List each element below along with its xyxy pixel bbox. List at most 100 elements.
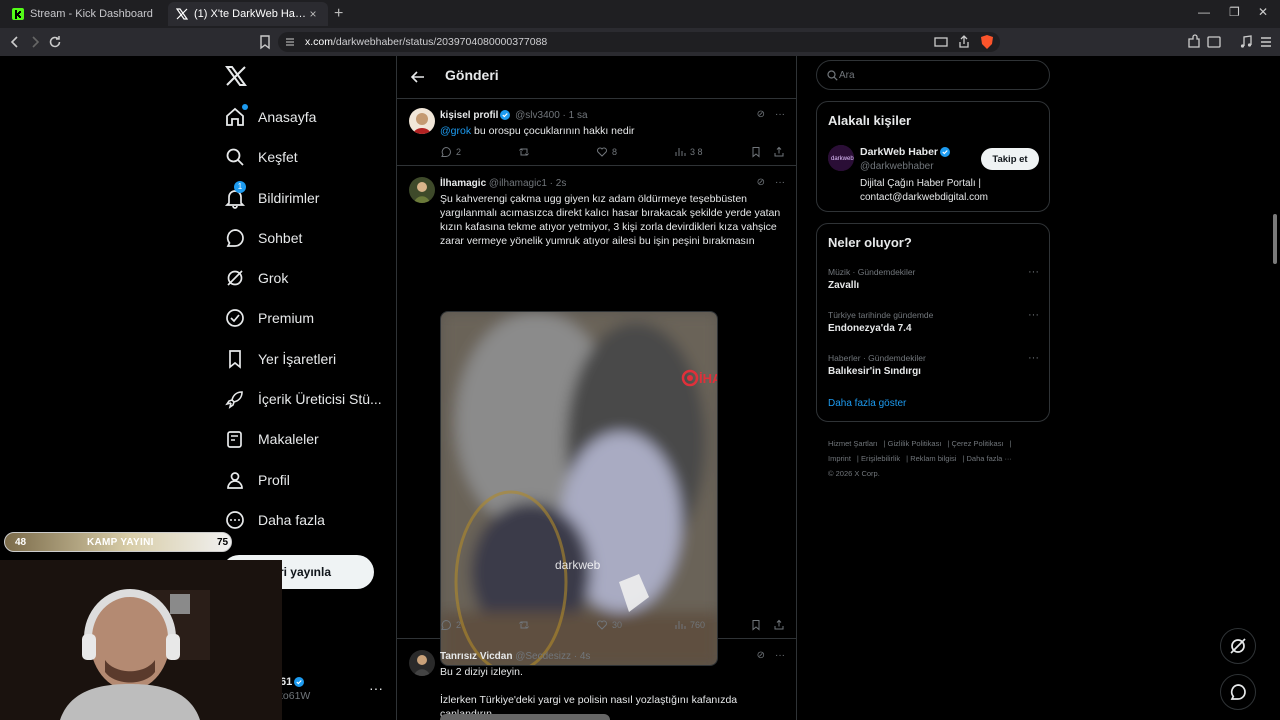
post-time[interactable]: 2s <box>556 178 567 189</box>
footer-link[interactable]: Imprint <box>828 454 851 463</box>
back-arrow-icon[interactable] <box>409 68 427 86</box>
footer-link[interactable]: Çerez Politikası <box>951 439 1003 448</box>
nav-profile[interactable]: Profil <box>224 464 290 496</box>
reply-action[interactable]: 2 <box>440 619 461 631</box>
scroll-thumb[interactable] <box>1273 214 1277 264</box>
video-thumbnail-image: İHA darkweb <box>441 312 717 665</box>
tab-kick-dashboard[interactable]: Stream - Kick Dashboard <box>4 2 164 26</box>
footer-link[interactable]: Reklam bilgisi <box>910 454 956 463</box>
nav-grok[interactable]: Grok <box>224 262 288 294</box>
grok-post-icon[interactable]: ⊘ <box>757 177 765 188</box>
avatar[interactable] <box>409 108 435 134</box>
wallet-icon[interactable] <box>1205 33 1223 51</box>
menu-icon[interactable] <box>1257 33 1275 51</box>
post-more-icon[interactable]: ··· <box>775 650 785 661</box>
cast-icon[interactable] <box>932 33 950 51</box>
brave-shield-icon[interactable] <box>978 33 996 51</box>
share-icon[interactable] <box>955 33 973 51</box>
post-more-icon[interactable]: ··· <box>775 177 785 188</box>
avatar[interactable]: darkweb <box>828 145 854 171</box>
account-name[interactable]: 61 <box>280 676 306 688</box>
author-handle[interactable]: @ilhamagic1 <box>489 178 547 189</box>
nav-premium[interactable]: Premium <box>224 302 314 334</box>
address-bar: x.com/darkwebhaber/status/20397040800003… <box>0 28 1280 56</box>
new-tab-icon[interactable]: + <box>334 5 343 23</box>
footer-link[interactable]: Daha fazla ··· <box>967 454 1012 463</box>
music-icon[interactable] <box>1237 33 1255 51</box>
search-input[interactable] <box>839 66 1039 84</box>
repost-action[interactable] <box>518 619 534 631</box>
back-nav-icon[interactable] <box>6 33 24 51</box>
verified-icon <box>940 147 951 157</box>
reload-icon[interactable] <box>46 33 64 51</box>
nav-more[interactable]: Daha fazla <box>224 504 325 536</box>
forward-nav-icon[interactable] <box>26 33 44 51</box>
x-logo-icon[interactable] <box>224 64 248 88</box>
bookmark-post-icon[interactable] <box>750 619 762 631</box>
restore-icon[interactable]: ❐ <box>1229 5 1240 19</box>
message-icon <box>1230 684 1246 700</box>
author-name[interactable]: kişisel profil <box>440 110 498 121</box>
post-time[interactable]: 1 sa <box>569 110 588 121</box>
reply-post[interactable]: Tanrısız Vicdan @Secdesizz · 4s ⊘ ··· Bu … <box>397 640 796 720</box>
avatar[interactable] <box>409 650 435 676</box>
bookmark-page-icon[interactable] <box>256 33 274 51</box>
nav-creator-studio[interactable]: İçerik Üreticisi Stü... <box>224 383 382 415</box>
search-icon <box>827 70 838 81</box>
person-bio-line: contact@darkwebdigital.com <box>860 192 988 203</box>
trend-more-icon[interactable]: ··· <box>1028 352 1039 364</box>
like-action[interactable]: 30 <box>596 619 622 631</box>
reply-post[interactable]: İlhamagic @ilhamagic1 · 2s ⊘ ··· Şu kahve… <box>397 167 796 666</box>
share-post-icon[interactable] <box>773 619 785 631</box>
post-more-icon[interactable]: ··· <box>775 109 785 120</box>
nav-bookmarks[interactable]: Yer İşaretleri <box>224 343 336 375</box>
views-action[interactable]: 760 <box>674 619 705 631</box>
repost-action[interactable] <box>518 146 534 158</box>
post-media-preview[interactable] <box>440 714 610 720</box>
grok-icon <box>1230 638 1246 654</box>
nav-articles[interactable]: Makaleler <box>224 423 319 455</box>
close-window-icon[interactable]: ✕ <box>1258 5 1268 19</box>
reply-post[interactable]: kişisel profil @slv3400 · 1 sa ⊘ ··· @gro… <box>397 100 796 166</box>
author-handle[interactable]: @slv3400 <box>515 110 560 121</box>
author-name[interactable]: Tanrısız Vicdan <box>440 651 512 662</box>
post-time[interactable]: 4s <box>580 651 591 662</box>
share-post-icon[interactable] <box>773 146 785 158</box>
nav-chat[interactable]: Sohbet <box>224 222 302 254</box>
bookmark-post-icon[interactable] <box>750 146 762 158</box>
reply-action[interactable]: 2 <box>440 146 461 158</box>
nav-notifications[interactable]: 1 Bildirimler <box>224 181 319 214</box>
x-favicon-icon <box>176 8 188 20</box>
nav-home[interactable]: Anasayfa <box>224 101 316 133</box>
show-more-link[interactable]: Daha fazla göster <box>828 398 906 409</box>
grok-post-icon[interactable]: ⊘ <box>757 650 765 661</box>
person-handle[interactable]: @darkwebhaber <box>860 161 934 172</box>
author-handle[interactable]: @Secdesizz <box>515 651 571 662</box>
mention-link[interactable]: @grok <box>440 125 471 137</box>
page-scrollbar[interactable] <box>1270 56 1280 720</box>
article-icon <box>224 428 246 450</box>
grok-float-button[interactable] <box>1220 628 1256 664</box>
person-name[interactable]: DarkWeb Haber <box>860 146 952 158</box>
follow-button[interactable]: Takip et <box>981 148 1039 170</box>
nav-explore[interactable]: Keşfet <box>224 141 298 173</box>
avatar[interactable] <box>409 177 435 203</box>
minimize-icon[interactable]: — <box>1198 5 1210 19</box>
footer-link[interactable]: Hizmet Şartları <box>828 439 878 448</box>
account-more-icon[interactable]: ··· <box>369 680 383 696</box>
extensions-icon[interactable] <box>1185 33 1203 51</box>
like-action[interactable]: 8 <box>596 146 617 158</box>
site-settings-icon[interactable] <box>284 36 296 48</box>
footer-link[interactable]: Gizlilik Politikası <box>888 439 942 448</box>
trend-more-icon[interactable]: ··· <box>1028 309 1039 321</box>
footer-link[interactable]: Erişilebilirlik <box>861 454 900 463</box>
close-tab-icon[interactable]: × <box>306 7 320 21</box>
grok-post-icon[interactable]: ⊘ <box>757 109 765 120</box>
trend-more-icon[interactable]: ··· <box>1028 266 1039 278</box>
tab-x-post[interactable]: (1) X'te DarkWeb Haber: "Bolu'da... × <box>168 2 328 26</box>
search-box[interactable] <box>816 60 1050 90</box>
messages-float-button[interactable] <box>1220 674 1256 710</box>
author-name[interactable]: İlhamagic <box>440 178 486 189</box>
views-action[interactable]: 3 8 <box>674 146 703 158</box>
post-video[interactable]: İHA darkweb <box>440 311 718 666</box>
